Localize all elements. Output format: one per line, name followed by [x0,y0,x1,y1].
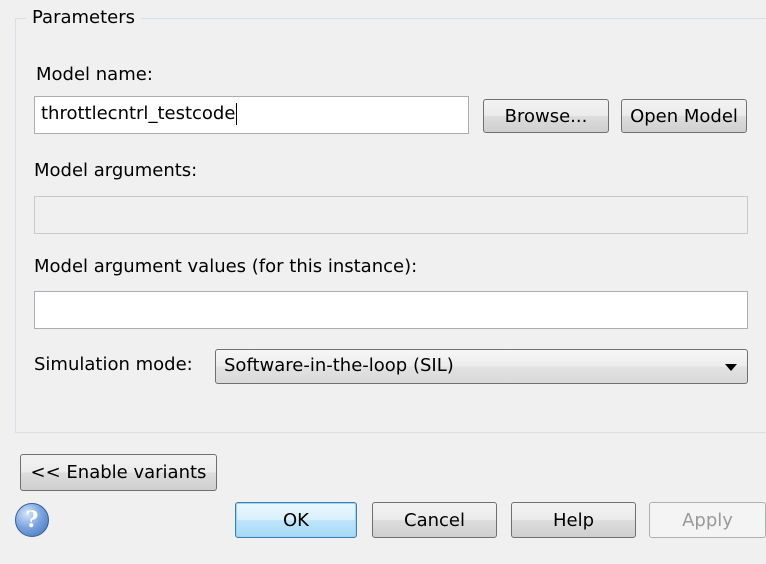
browse-button[interactable]: Browse... [483,99,609,133]
simulation-mode-label: Simulation mode: [34,354,193,375]
simulation-mode-value: Software-in-the-loop (SIL) [224,355,454,376]
open-model-button[interactable]: Open Model [621,99,747,133]
model-argument-values-label: Model argument values (for this instance… [34,256,418,277]
enable-variants-button[interactable]: << Enable variants [20,454,217,491]
model-arguments-label: Model arguments: [34,160,198,181]
text-caret [236,103,238,125]
model-argument-values-input[interactable] [34,291,748,329]
dropdown-arrow-icon [725,364,737,371]
help-button[interactable]: Help [511,502,636,538]
ok-button[interactable]: OK [235,502,357,538]
simulation-mode-select[interactable]: Software-in-the-loop (SIL) [215,349,748,384]
help-icon[interactable]: ? [15,503,49,537]
model-name-input[interactable]: throttlecntrl_testcode [34,96,469,134]
parameters-group-title: Parameters [26,8,142,28]
cancel-button[interactable]: Cancel [372,502,497,538]
model-arguments-field [34,196,748,234]
model-name-label: Model name: [36,64,153,85]
model-name-value: throttlecntrl_testcode [41,103,236,124]
apply-button: Apply [649,502,766,538]
